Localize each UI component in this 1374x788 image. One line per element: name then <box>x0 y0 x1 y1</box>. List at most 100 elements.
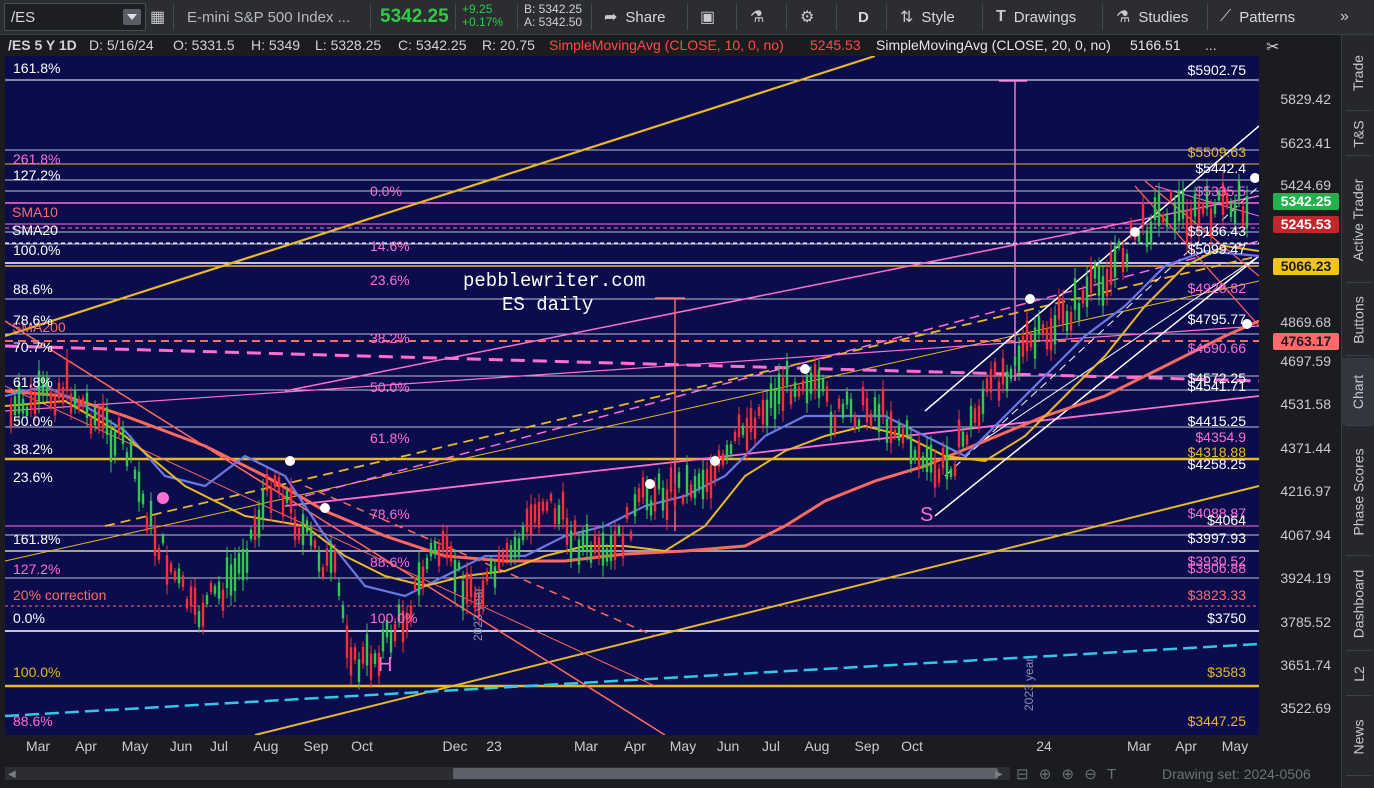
candle-body <box>225 557 229 589</box>
price-axis-tick: 4216.97 <box>1280 483 1331 499</box>
candle-body <box>229 564 233 596</box>
candle-body <box>601 532 605 566</box>
side-tab-active-trader[interactable]: Active Trader <box>1342 158 1374 282</box>
left-fib-label: 61.8% <box>13 374 53 390</box>
candle-body <box>913 449 917 461</box>
drawings-menu[interactable]: T Drawings <box>996 3 1076 31</box>
candle-body <box>921 455 925 469</box>
zoom-reset-icon[interactable]: ⊖ <box>1084 766 1097 783</box>
candle-body <box>361 647 365 664</box>
price-axis-tick: 4869.68 <box>1280 314 1331 330</box>
candle-body <box>553 508 557 524</box>
text-tool-icon[interactable]: T <box>1107 766 1116 783</box>
candle-body <box>865 398 869 423</box>
candle-body <box>1065 310 1069 332</box>
candle-body <box>53 396 57 416</box>
side-tab-divider <box>1346 155 1371 156</box>
candle-body <box>549 493 553 502</box>
candle-body <box>789 390 793 405</box>
flask-icon[interactable]: ⚗ <box>750 3 764 31</box>
zoom-in-icon[interactable]: ⊕ <box>1062 766 1075 783</box>
news-icon[interactable]: ▣ <box>700 3 715 31</box>
link-icon[interactable]: ▦ <box>150 3 165 31</box>
candle-body <box>1089 265 1093 293</box>
crosshair-tool-icon[interactable]: ✂ <box>1266 37 1279 57</box>
candle-body <box>353 647 357 660</box>
last-price-tag: 5342.25 <box>1273 193 1339 210</box>
drawing-set-label[interactable]: Drawing set: 2024-0506 <box>1162 766 1311 782</box>
sma20-study-label[interactable]: SimpleMovingAvg (CLOSE, 20, 0, no) <box>876 37 1111 53</box>
candle-body <box>857 419 861 429</box>
drawings-label: Drawings <box>1013 8 1077 26</box>
candle-body <box>689 484 693 498</box>
side-tab-trade[interactable]: Trade <box>1342 35 1374 110</box>
studies-menu[interactable]: ⚗ Studies <box>1116 3 1188 31</box>
side-tab-chart[interactable]: Chart <box>1342 358 1374 425</box>
candle-body <box>249 529 253 539</box>
zoom-fit-icon[interactable]: ⊕ <box>1039 766 1052 783</box>
patterns-menu[interactable]: ⟋ Patterns <box>1220 3 1295 31</box>
pivot-marker <box>1025 294 1035 304</box>
scroll-right-icon[interactable]: ▶ <box>995 769 1003 780</box>
candle-body <box>73 390 77 408</box>
chevron-right-icon[interactable]: » <box>1340 3 1349 31</box>
side-tab-label: Phase Scores <box>1350 447 1367 536</box>
candle-body <box>1233 201 1237 224</box>
candle-body <box>537 502 541 528</box>
candle-body <box>245 548 249 573</box>
more-studies[interactable]: ... <box>1205 37 1217 53</box>
side-tab-phase-scores[interactable]: Phase Scores <box>1342 428 1374 555</box>
sma20-price-tag: 5066.23 <box>1273 258 1339 275</box>
candle-body <box>273 475 277 488</box>
pink-trendline <box>284 195 1259 392</box>
scroll-left-icon[interactable]: ◀ <box>8 769 16 780</box>
price-axis[interactable]: 5829.42 5623.41 5424.69 4869.68 4697.59 4531.… <box>1259 56 1341 735</box>
side-tab-t-s[interactable]: T&S <box>1342 113 1374 155</box>
price-level-label: $4258.25 <box>1187 456 1246 472</box>
candle-body <box>209 582 213 592</box>
side-tab-l2[interactable]: L2 <box>1342 653 1374 695</box>
period-selector[interactable]: D <box>858 3 869 31</box>
candle-body <box>93 406 97 426</box>
share-button[interactable]: ➦ Share <box>604 3 665 31</box>
candle-body <box>985 378 989 393</box>
side-tab-divider <box>1346 775 1371 776</box>
candle-body <box>57 382 61 399</box>
time-axis[interactable]: Mar Apr May Jun Jul Aug Sep Oct Dec 23 Mar Apr May Ju… <box>0 735 1260 759</box>
side-tab-news[interactable]: News <box>1342 698 1374 775</box>
sma20-label: SMA20 <box>12 222 58 238</box>
sma10-price-tag: 5245.53 <box>1273 216 1339 233</box>
top-toolbar: /ES ▦ E-mini S&P 500 Index ... 5342.25 +… <box>0 0 1374 35</box>
time-axis-tick: Mar <box>1126 738 1152 754</box>
candle-body <box>805 374 809 404</box>
scrollbar-thumb[interactable] <box>453 768 998 779</box>
zoom-out-icon[interactable]: ⊟ <box>1016 766 1029 783</box>
style-icon: ⇅ <box>900 9 914 26</box>
side-tab-dashboard[interactable]: Dashboard <box>1342 558 1374 650</box>
candle-body <box>769 383 773 408</box>
candle-body <box>605 548 609 562</box>
side-tab-label: Buttons <box>1350 296 1367 344</box>
candle-body <box>801 380 805 392</box>
sma10-study-label[interactable]: SimpleMovingAvg (CLOSE, 10, 0, no) <box>549 37 784 53</box>
candle-body <box>749 408 753 432</box>
side-tab-divider <box>1346 282 1371 283</box>
style-menu[interactable]: ⇅ Style <box>900 3 955 31</box>
candle-body <box>597 537 601 559</box>
mid-fib-label: 100.0% <box>370 610 418 626</box>
chevron-down-icon[interactable] <box>123 9 141 25</box>
gear-icon[interactable]: ⚙ <box>800 3 814 31</box>
candle-body <box>373 653 377 664</box>
candle-body <box>581 532 585 551</box>
candle-body <box>269 488 273 514</box>
price-chart[interactable]: pebblewriter.com ES daily H S 2023 year 2023 … <box>5 56 1259 735</box>
candle-body <box>145 516 149 531</box>
price-axis-tick: 3522.69 <box>1280 700 1331 716</box>
candle-body <box>89 417 93 434</box>
symbol-selector[interactable]: /ES <box>4 3 146 31</box>
candle-body <box>641 477 645 498</box>
candle-body <box>849 398 853 417</box>
side-tab-divider <box>1346 555 1371 556</box>
time-axis-tick: Aug <box>804 738 830 754</box>
side-tab-buttons[interactable]: Buttons <box>1342 285 1374 355</box>
